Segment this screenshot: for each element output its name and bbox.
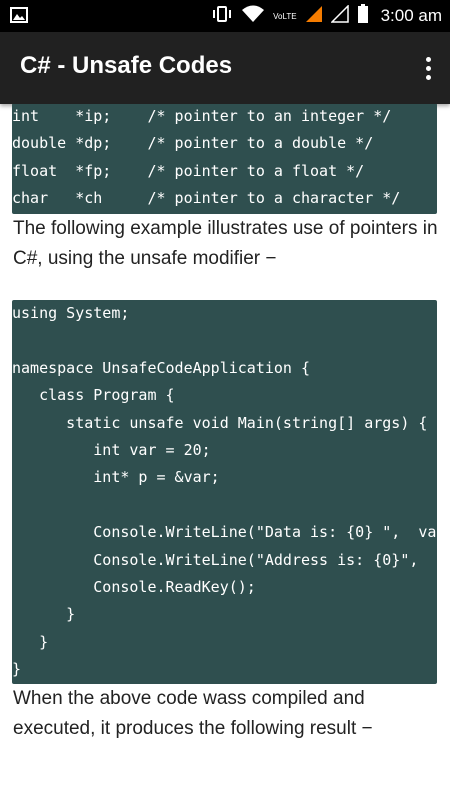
volte-label: VoLTE [273, 11, 297, 21]
code-line: double *dp; /* pointer to a double */ [12, 134, 374, 153]
code-line: } [12, 660, 22, 679]
clock: 3:00 am [380, 6, 442, 25]
code-line: class Program { [12, 386, 175, 405]
signal-icon-secondary [329, 3, 349, 28]
paragraph-example-intro: The following example illustrates use of… [13, 218, 438, 269]
code-line: } [12, 605, 76, 624]
content-scroll[interactable]: int *ip; /* pointer to an integer */ doub… [0, 104, 450, 800]
overflow-menu-icon[interactable] [416, 48, 440, 88]
status-icons: VoLTE 3:00 am [211, 0, 442, 32]
code-line: Console.WriteLine("Address is: {0}", [12, 550, 419, 569]
code-line: int* p = &var; [12, 468, 220, 487]
code-line: namespace UnsafeCodeApplication { [12, 358, 311, 377]
app-bar: C# - Unsafe Codes [0, 32, 450, 104]
paragraph-result-intro: When the above code wass compiled and ex… [13, 688, 373, 739]
code-line: char *ch /* pointer to a character */ [12, 189, 401, 208]
page-title: C# - Unsafe Codes [20, 52, 233, 79]
code-line: Console.WriteLine("Data is: {0} ", va [12, 523, 437, 542]
code-line: int *ip; /* pointer to an integer */ [12, 107, 392, 125]
battery-icon [357, 3, 369, 29]
wifi-icon [241, 5, 265, 28]
code-block-pointers: int *ip; /* pointer to an integer */ doub… [12, 104, 437, 214]
code-line: static unsafe void Main(string[] args) { [12, 413, 428, 432]
code-line: Console.ReadKey(); [12, 577, 256, 596]
signal-icon [305, 5, 323, 28]
vibrate-icon [211, 5, 233, 27]
status-bar: VoLTE 3:00 am [0, 0, 450, 32]
code-line: int var = 20; [12, 440, 211, 459]
code-block-program: using System; namespace UnsafeCodeApplica… [12, 300, 437, 684]
code-line: } [12, 632, 49, 651]
code-line: float *fp; /* pointer to a float */ [12, 161, 365, 180]
code-line: using System; [12, 304, 130, 322]
image-notification-icon [10, 7, 28, 28]
